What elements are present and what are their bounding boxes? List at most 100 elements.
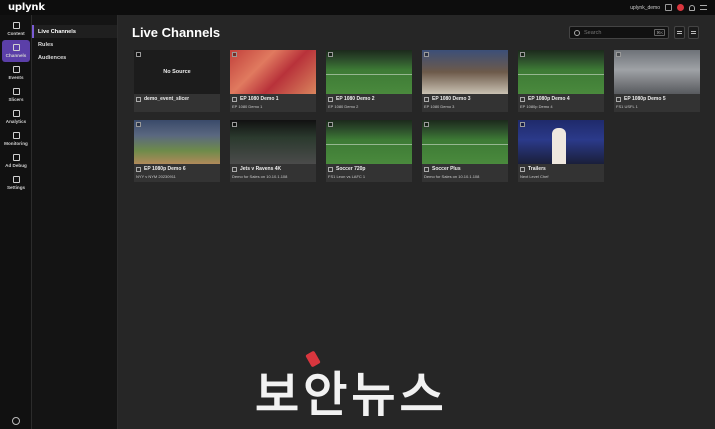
thumbnail-select-checkbox[interactable] bbox=[328, 122, 333, 127]
channel-title[interactable]: EP 1080p Demo 5 bbox=[624, 96, 666, 102]
bell-icon[interactable] bbox=[689, 4, 695, 11]
channel-title-row: Jets v Ravens 4K bbox=[232, 166, 281, 172]
channel-select-checkbox[interactable] bbox=[232, 96, 237, 102]
channel-thumbnail[interactable] bbox=[230, 50, 316, 94]
thumbnail-select-checkbox[interactable] bbox=[616, 52, 621, 57]
channel-subtitle: Demo for Sales on 10.10.1.108 bbox=[424, 174, 480, 179]
events-icon bbox=[12, 66, 20, 73]
alert-icon[interactable] bbox=[677, 4, 684, 11]
rail-item-settings[interactable]: Settings bbox=[0, 172, 32, 194]
channel-thumbnail[interactable] bbox=[614, 50, 700, 94]
channel-card[interactable]: Jets v Ravens 4K Demo for Sales on 10.10.… bbox=[230, 120, 316, 182]
channel-card[interactable]: EP 1080p Demo 6 NYY v NYM 20230911 bbox=[134, 120, 220, 182]
user-name[interactable]: uplynk_demo bbox=[630, 5, 660, 11]
channel-thumbnail[interactable] bbox=[326, 50, 412, 94]
channel-card[interactable]: EP 1080 Demo 1 EP 1080 Demo 1 bbox=[230, 50, 316, 112]
channel-card[interactable]: Soccer Plus Demo for Sales on 10.10.1.108 bbox=[422, 120, 508, 182]
edit-icon bbox=[677, 31, 682, 34]
channel-select-checkbox[interactable] bbox=[136, 166, 141, 172]
channel-title[interactable]: EP 1080p Demo 4 bbox=[528, 96, 570, 102]
thumbnail-select-checkbox[interactable] bbox=[136, 122, 141, 127]
channel-card[interactable]: EP 1080p Demo 4 EP 1080p Demo 4 bbox=[518, 50, 604, 112]
channel-title[interactable]: Soccer Plus bbox=[432, 166, 461, 172]
thumbnail-select-checkbox[interactable] bbox=[520, 122, 525, 127]
analytics-icon bbox=[12, 110, 20, 117]
download-icon[interactable] bbox=[12, 417, 20, 425]
channel-card[interactable]: No Source demo_event_slicer bbox=[134, 50, 220, 112]
search-input[interactable] bbox=[584, 29, 644, 36]
rail-item-events[interactable]: Events bbox=[0, 62, 32, 84]
top-bar-right: uplynk_demo bbox=[630, 4, 707, 11]
rail-item-content[interactable]: Content bbox=[0, 18, 32, 40]
channel-card[interactable]: EP 1080 Demo 2 EP 1080 Demo 2 bbox=[326, 50, 412, 112]
thumbnail-select-checkbox[interactable] bbox=[232, 52, 237, 57]
thumbnail-select-checkbox[interactable] bbox=[328, 52, 333, 57]
channel-select-checkbox[interactable] bbox=[520, 166, 525, 172]
channel-thumbnail[interactable]: No Source bbox=[134, 50, 220, 94]
secondary-nav: Live Channels Rules Audiences bbox=[32, 15, 118, 429]
channel-title-row: Soccer 720p bbox=[328, 166, 365, 172]
channel-title[interactable]: EP 1080 Demo 3 bbox=[432, 96, 471, 102]
user-icon[interactable] bbox=[665, 4, 672, 11]
channel-title[interactable]: demo_event_slicer bbox=[144, 96, 189, 102]
channel-card[interactable]: Trailers Next Level Chef bbox=[518, 120, 604, 182]
channel-thumbnail[interactable] bbox=[518, 120, 604, 164]
channel-card[interactable]: EP 1080 Demo 3 EP 1080 Demo 3 bbox=[422, 50, 508, 112]
thumbnail-select-checkbox[interactable] bbox=[520, 52, 525, 57]
channel-title[interactable]: Trailers bbox=[528, 166, 546, 172]
rail-item-label: Settings bbox=[6, 185, 26, 190]
channel-select-checkbox[interactable] bbox=[328, 96, 333, 102]
thumbnail-select-checkbox[interactable] bbox=[136, 52, 141, 57]
channel-thumbnail[interactable] bbox=[422, 120, 508, 164]
channel-card[interactable]: Soccer 720p FS1 Leon vs LAFC 1 bbox=[326, 120, 412, 182]
channel-title[interactable]: EP 1080 Demo 2 bbox=[336, 96, 375, 102]
thumbnail-select-checkbox[interactable] bbox=[424, 122, 429, 127]
channel-thumbnail[interactable] bbox=[422, 50, 508, 94]
list-icon bbox=[691, 31, 696, 34]
channel-select-checkbox[interactable] bbox=[424, 96, 429, 102]
menu-icon[interactable] bbox=[700, 5, 707, 10]
channel-title-row: EP 1080p Demo 5 bbox=[616, 96, 666, 102]
channel-select-checkbox[interactable] bbox=[136, 96, 141, 102]
rail-item-slicers[interactable]: Slicers bbox=[0, 84, 32, 106]
channel-title[interactable]: Soccer 720p bbox=[336, 166, 365, 172]
ad-debug-icon bbox=[12, 154, 20, 161]
channel-title-row: EP 1080p Demo 4 bbox=[520, 96, 570, 102]
edit-view-button[interactable] bbox=[674, 26, 685, 39]
subnav-item-rules[interactable]: Rules bbox=[32, 38, 117, 51]
channel-subtitle: EP 1080p Demo 4 bbox=[520, 104, 553, 109]
channel-thumbnail[interactable] bbox=[518, 50, 604, 94]
primary-nav-rail: Content Channels Events Slicers Analytics Mon… bbox=[0, 15, 32, 429]
search-box[interactable]: ⌘K bbox=[569, 26, 669, 39]
rail-item-label: Monitoring bbox=[4, 141, 28, 146]
channel-title-row: Trailers bbox=[520, 166, 546, 172]
channel-select-checkbox[interactable] bbox=[328, 166, 333, 172]
channel-thumbnail[interactable] bbox=[134, 120, 220, 164]
rail-item-ad-debug[interactable]: Ad Debug bbox=[0, 150, 32, 172]
channel-thumbnail[interactable] bbox=[230, 120, 316, 164]
channel-subtitle: NYY v NYM 20230911 bbox=[136, 174, 176, 179]
channel-thumbnail[interactable] bbox=[326, 120, 412, 164]
channel-subtitle: EP 1080 Demo 2 bbox=[328, 104, 359, 109]
channel-select-checkbox[interactable] bbox=[616, 96, 621, 102]
channel-select-checkbox[interactable] bbox=[232, 166, 237, 172]
rail-item-channels[interactable]: Channels bbox=[2, 40, 30, 62]
list-view-button[interactable] bbox=[688, 26, 699, 39]
rail-item-analytics[interactable]: Analytics bbox=[0, 106, 32, 128]
thumbnail-select-checkbox[interactable] bbox=[232, 122, 237, 127]
thumbnail-select-checkbox[interactable] bbox=[424, 52, 429, 57]
monitoring-icon bbox=[12, 132, 20, 139]
channel-title-row: Soccer Plus bbox=[424, 166, 461, 172]
channel-select-checkbox[interactable] bbox=[424, 166, 429, 172]
rail-bottom bbox=[0, 417, 32, 425]
channel-select-checkbox[interactable] bbox=[520, 96, 525, 102]
subnav-item-audiences[interactable]: Audiences bbox=[32, 51, 117, 64]
rail-item-monitoring[interactable]: Monitoring bbox=[0, 128, 32, 150]
channel-title[interactable]: Jets v Ravens 4K bbox=[240, 166, 281, 172]
app-logo[interactable]: uplynk bbox=[8, 2, 45, 13]
subnav-item-live-channels[interactable]: Live Channels bbox=[32, 25, 117, 38]
channel-card[interactable]: EP 1080p Demo 5 FS1 USFL 1 bbox=[614, 50, 700, 112]
channel-title[interactable]: EP 1080 Demo 1 bbox=[240, 96, 279, 102]
watermark: 보안뉴스 bbox=[255, 367, 448, 423]
channel-title[interactable]: EP 1080p Demo 6 bbox=[144, 166, 186, 172]
